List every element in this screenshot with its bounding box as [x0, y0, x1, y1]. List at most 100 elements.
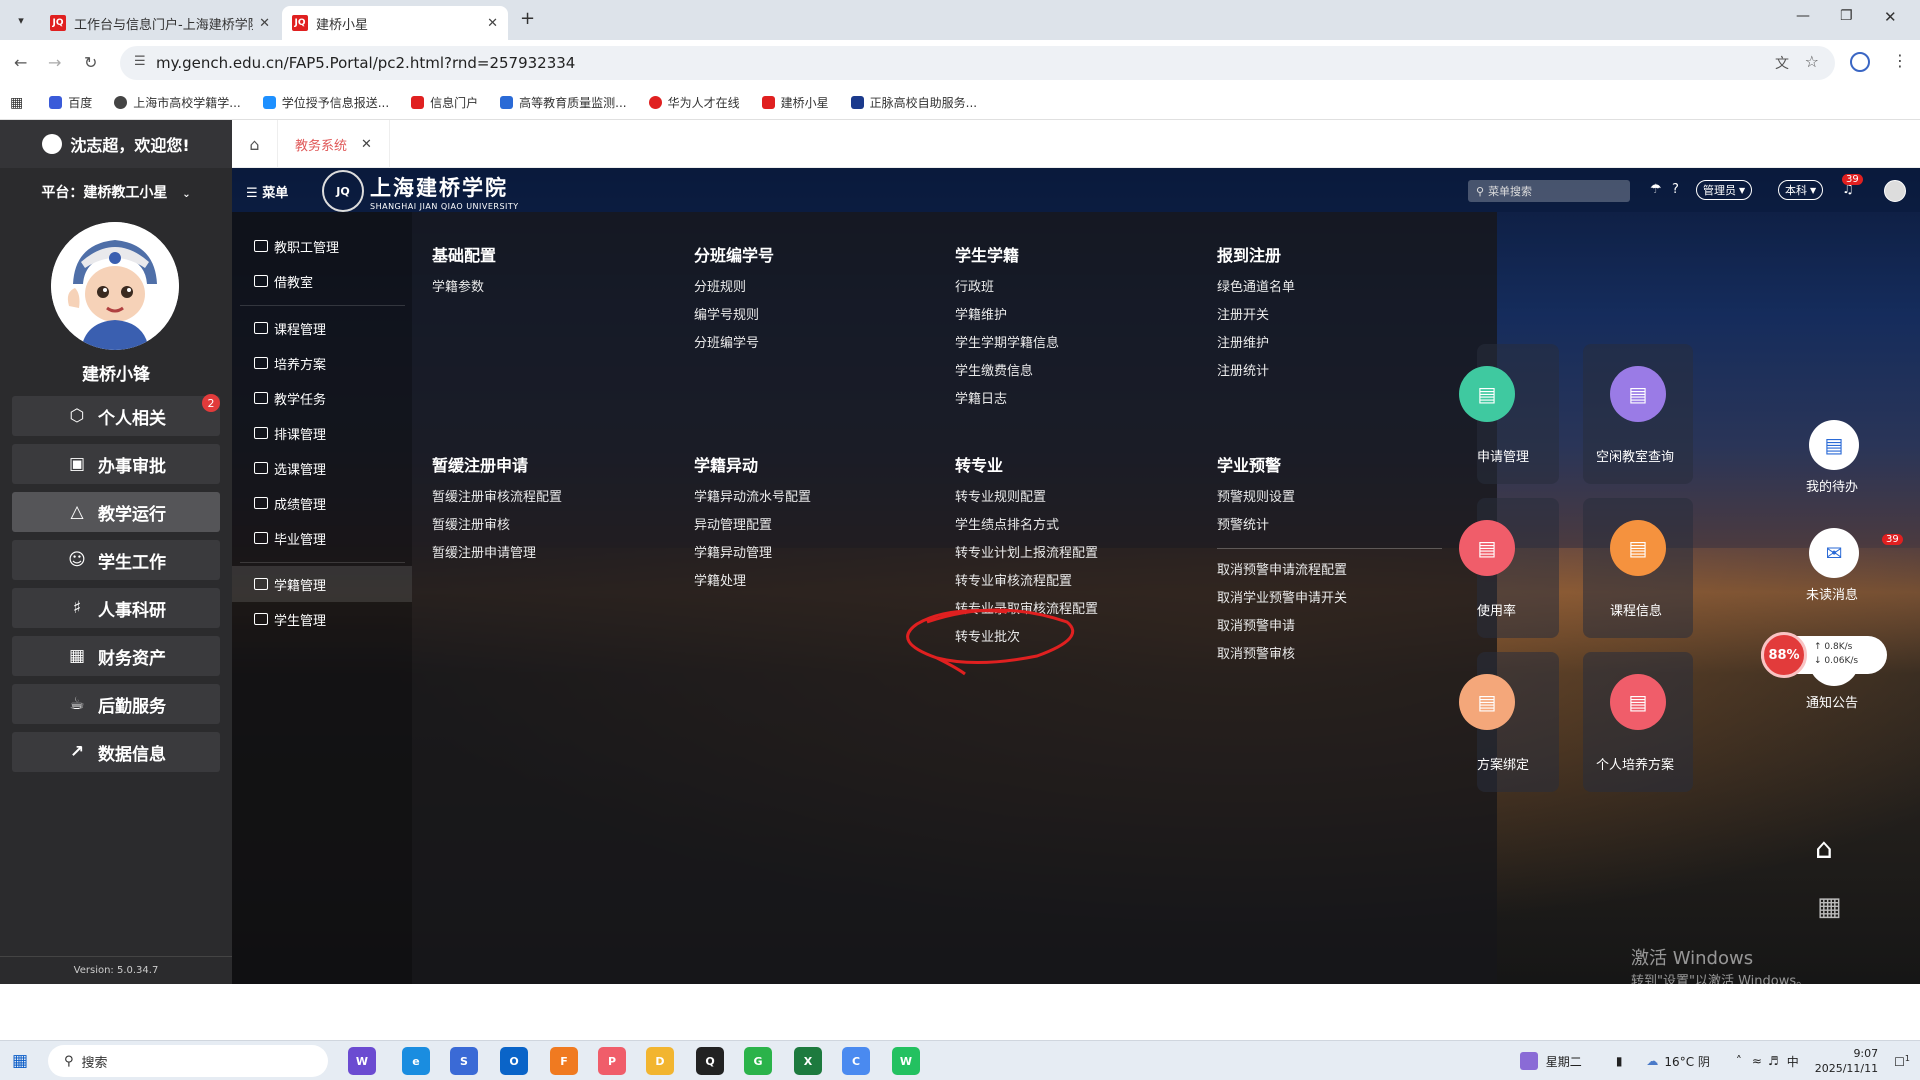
app-card[interactable]: ▤ 课程信息 [1583, 498, 1693, 638]
menu-button[interactable]: ☰ 菜单 [246, 182, 288, 201]
menu-link[interactable]: 转专业审核流程配置 [955, 568, 1098, 596]
module-item[interactable]: 教职工管理 [232, 228, 412, 264]
module-item-active[interactable]: 学籍管理 [232, 566, 412, 602]
message-icon[interactable]: ✉ [1809, 528, 1859, 578]
menu-link[interactable]: 学籍日志 [955, 386, 1059, 414]
menu-link[interactable]: 学籍异动管理 [694, 540, 811, 568]
module-item[interactable]: 课程管理 [232, 310, 412, 346]
app-card[interactable]: ▤ 使用率 [1459, 498, 1559, 638]
bookmark-star-icon[interactable]: ☆ [1805, 52, 1819, 71]
browser-tab-jianqiao[interactable]: JQ 建桥小星 ✕ [282, 6, 508, 40]
menu-link[interactable]: 暂缓注册申请管理 [432, 540, 562, 568]
close-tab-icon[interactable]: ✕ [259, 16, 270, 31]
module-item[interactable]: 培养方案 [232, 345, 412, 381]
help-icon[interactable]: ? [1672, 182, 1679, 197]
menu-link[interactable]: 取消预警审核 [1217, 641, 1442, 669]
outlook-icon[interactable]: O [500, 1047, 528, 1075]
module-item[interactable]: 学生管理 [232, 601, 412, 637]
bookmark-item[interactable]: 建桥小星 [761, 94, 829, 111]
menu-link[interactable]: 异动管理配置 [694, 512, 811, 540]
widgets-icon[interactable]: W [348, 1047, 376, 1075]
forward-icon[interactable]: → [48, 53, 61, 72]
clock[interactable]: 9:07 2025/11/11 [1815, 1046, 1878, 1076]
platform-selector[interactable]: 平台：建桥教工小星 ⌄ [0, 182, 232, 202]
sidebar-item-logistics[interactable]: ☕ 后勤服务 [12, 684, 220, 724]
menu-link[interactable]: 注册开关 [1217, 302, 1295, 330]
bookmark-item[interactable]: 高等教育质量监测... [500, 94, 627, 111]
menu-link[interactable]: 暂缓注册审核 [432, 512, 562, 540]
green-app-icon[interactable]: G [744, 1047, 772, 1075]
wifi-icon[interactable]: ≈ [1752, 1054, 1762, 1068]
site-info-icon[interactable]: ☰ [134, 54, 146, 69]
user-avatar-icon[interactable] [1884, 180, 1906, 202]
todo-icon[interactable]: ▤ [1809, 420, 1859, 470]
menu-link[interactable]: 学生学期学籍信息 [955, 330, 1059, 358]
app-card[interactable]: ▤ 方案绑定 [1459, 652, 1559, 792]
close-tab-icon[interactable]: ✕ [487, 16, 498, 31]
browser-menu-icon[interactable]: ⋮ [1892, 51, 1908, 70]
app-card[interactable]: ▤ 个人培养方案 [1583, 652, 1693, 792]
folder-icon[interactable]: D [646, 1047, 674, 1075]
minimize-icon[interactable]: — [1796, 8, 1810, 24]
bookmark-item[interactable]: 上海市高校学籍学... [114, 94, 241, 111]
app-card[interactable]: ▤ 申请管理 [1459, 344, 1559, 484]
qq-icon[interactable]: Q [696, 1047, 724, 1075]
module-item[interactable]: 教学任务 [232, 380, 412, 416]
menu-link[interactable]: 编学号规则 [694, 302, 774, 330]
windows-start-icon[interactable]: ▦ [12, 1051, 28, 1071]
menu-link[interactable]: 学籍异动流水号配置 [694, 484, 811, 512]
menu-link[interactable]: 学籍参数 [432, 274, 496, 302]
browser-tab-portal[interactable]: JQ 工作台与信息门户-上海建桥学院 ✕ [40, 6, 280, 40]
excel-icon[interactable]: X [794, 1047, 822, 1075]
bookmark-item[interactable]: 信息门户 [411, 94, 478, 111]
menu-link[interactable]: 转专业计划上报流程配置 [955, 540, 1098, 568]
profile-icon[interactable] [1850, 52, 1870, 72]
module-item[interactable]: 成绩管理 [232, 485, 412, 521]
menu-link[interactable]: 学生绩点排名方式 [955, 512, 1098, 540]
sidebar-item-approval[interactable]: ▣ 办事审批 [12, 444, 220, 484]
pdf-icon[interactable]: P [598, 1047, 626, 1075]
wechat-icon[interactable]: W [892, 1047, 920, 1075]
sidebar-item-hr[interactable]: ♯ 人事科研 [12, 588, 220, 628]
skin-icon[interactable]: ☂ [1650, 182, 1662, 197]
menu-link[interactable]: 绿色通道名单 [1217, 274, 1295, 302]
tab-list-dropdown-icon[interactable]: ▾ [10, 10, 32, 30]
sidebar-item-data[interactable]: ↗ 数据信息 [12, 732, 220, 772]
battery-icon[interactable]: ▮ [1616, 1054, 1623, 1068]
home-tab[interactable]: ⌂ [232, 120, 278, 168]
menu-link[interactable]: 学籍维护 [955, 302, 1059, 330]
user-greeting[interactable]: 沈志超，欢迎您! [0, 120, 232, 168]
close-icon[interactable]: ✕ [361, 137, 372, 152]
bookmark-item[interactable]: 学位授予信息报送... [262, 94, 389, 111]
module-item[interactable]: 选课管理 [232, 450, 412, 486]
bookmark-item[interactable]: 华为人才在线 [648, 94, 740, 111]
translate-icon[interactable]: 文 [1775, 53, 1789, 73]
menu-search-input[interactable]: ⚲ 菜单搜索 [1468, 180, 1630, 202]
menu-link[interactable]: 转专业规则配置 [955, 484, 1098, 512]
menu-link[interactable]: 取消预警申请 [1217, 613, 1442, 641]
sidebar-item-finance[interactable]: ▦ 财务资产 [12, 636, 220, 676]
menu-link[interactable]: 预警规则设置 [1217, 484, 1442, 512]
chrome-icon[interactable]: C [842, 1047, 870, 1075]
menu-link[interactable]: 预警统计 [1217, 512, 1442, 540]
menu-link[interactable]: 分班编学号 [694, 330, 774, 358]
store-icon[interactable]: S [450, 1047, 478, 1075]
app-card[interactable]: ▤ 空闲教室查询 [1583, 344, 1693, 484]
menu-link[interactable]: 分班规则 [694, 274, 774, 302]
sidebar-item-teaching[interactable]: △ 教学运行 [12, 492, 220, 532]
calendar-widget-icon[interactable] [1519, 1052, 1538, 1070]
house-icon[interactable]: ⌂ [1815, 832, 1833, 865]
tab-academic-system[interactable]: 教务系统 ✕ [278, 120, 390, 168]
sidebar-item-student[interactable]: ☺ 学生工作 [12, 540, 220, 580]
restore-icon[interactable]: ❐ [1840, 8, 1853, 24]
back-icon[interactable]: ← [14, 53, 27, 72]
module-item[interactable]: 毕业管理 [232, 520, 412, 556]
apps-grid-icon[interactable]: ▦ [10, 95, 23, 111]
calendar-icon[interactable]: ▦ [1817, 892, 1842, 922]
menu-link[interactable]: 注册维护 [1217, 330, 1295, 358]
menu-link[interactable]: 学籍处理 [694, 568, 811, 596]
volume-icon[interactable]: ♬ [1768, 1054, 1779, 1068]
chevron-up-icon[interactable]: ˄ [1736, 1054, 1742, 1068]
sidebar-item-personal[interactable]: ⬡ 个人相关 [12, 396, 220, 436]
close-window-icon[interactable]: ✕ [1884, 8, 1897, 26]
